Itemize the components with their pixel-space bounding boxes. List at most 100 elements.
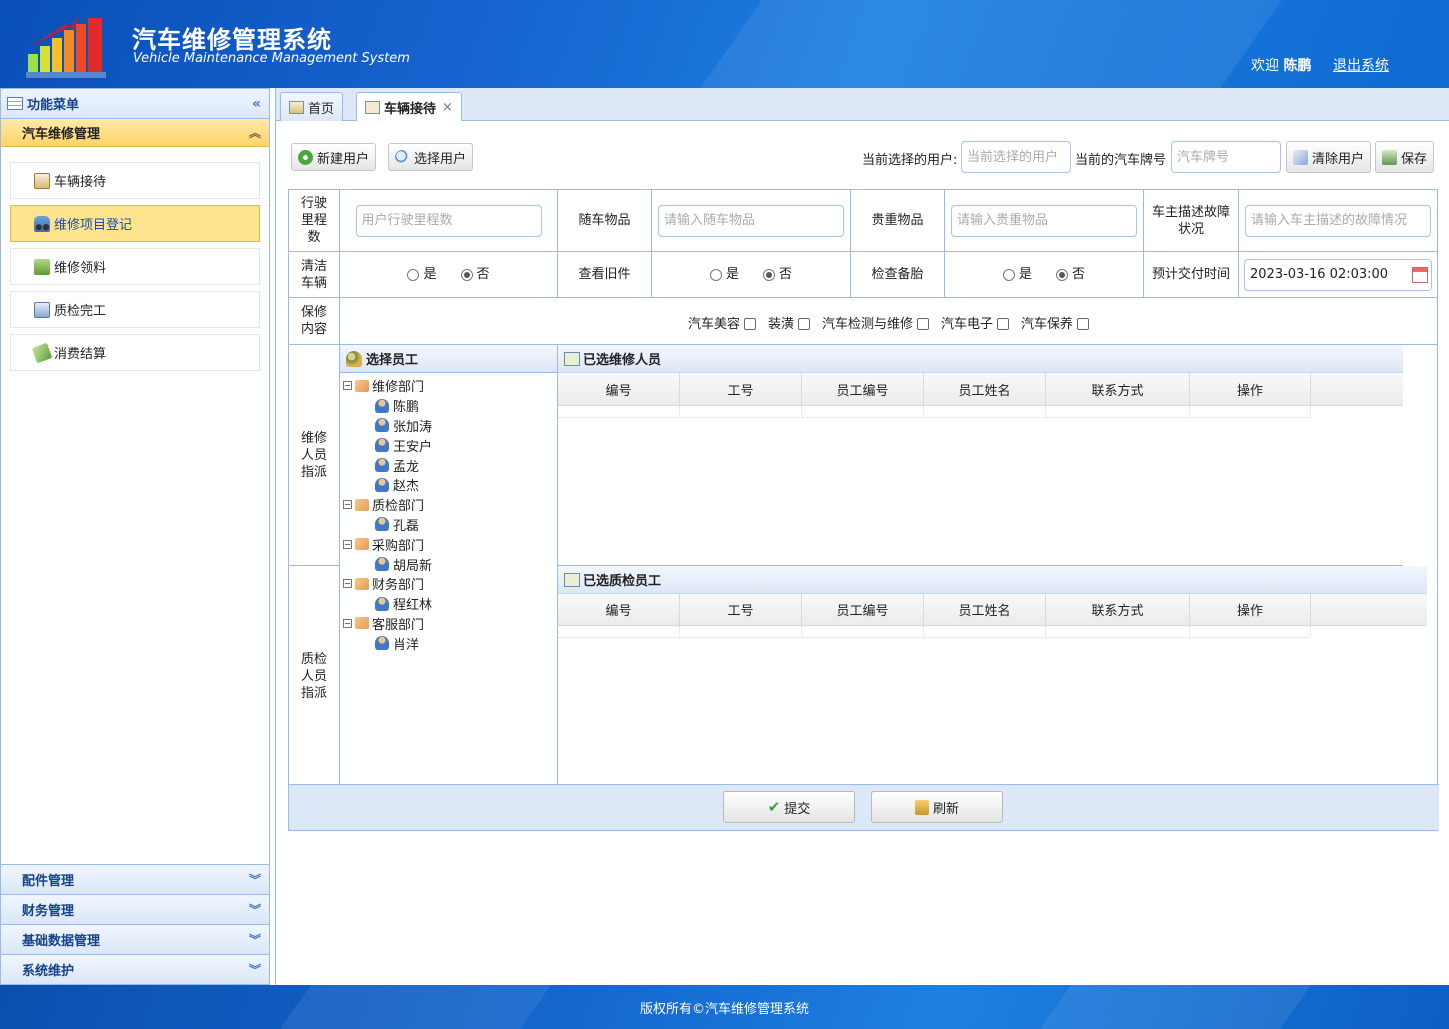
group-label: 基础数据管理 — [22, 934, 101, 949]
clean-radio-group: 是 否 — [340, 252, 558, 298]
menu-item-quality-check[interactable]: 质检完工 — [10, 291, 260, 328]
form-actions: ✔ 提交 刷新 — [289, 784, 1439, 830]
old-parts-no-radio[interactable]: 否 — [763, 266, 792, 283]
column-header[interactable]: 联系方式 — [1046, 373, 1190, 405]
mileage-input[interactable] — [355, 204, 542, 237]
fault-input[interactable] — [1245, 204, 1431, 237]
users-icon — [346, 350, 362, 367]
save-button[interactable]: 保存 — [1375, 141, 1435, 173]
tree-employee[interactable]: 王安户 — [343, 435, 557, 455]
collapse-icon[interactable]: − — [343, 618, 352, 628]
group-vehicle-maintenance[interactable]: 汽车维修管理 ︽ — [1, 119, 269, 147]
grid-header: 已选维修人员 — [558, 345, 1403, 373]
tree-dept-qc[interactable]: − 质检部门 — [343, 495, 557, 515]
group-finance-management[interactable]: 财务管理 ︾ — [1, 894, 269, 924]
old-parts-yes-radio[interactable]: 是 — [709, 266, 739, 283]
column-header[interactable]: 工号 — [680, 594, 802, 625]
column-header[interactable]: 编号 — [558, 373, 680, 405]
logout-link[interactable]: 退出系统 — [1333, 55, 1389, 75]
tree-dept-purchase[interactable]: − 采购部门 — [343, 534, 557, 554]
close-icon[interactable]: × — [442, 100, 453, 115]
spare-tire-yes-radio[interactable]: 是 — [1002, 266, 1032, 283]
tree-employee[interactable]: 孟龙 — [343, 455, 557, 475]
submit-button[interactable]: ✔ 提交 — [723, 791, 855, 823]
column-header[interactable]: 联系方式 — [1046, 594, 1190, 625]
user-icon — [375, 636, 389, 651]
collapse-icon[interactable]: − — [343, 539, 352, 549]
plate-input[interactable] — [1171, 141, 1281, 173]
reception-icon — [34, 172, 50, 189]
column-header[interactable]: 员工编号 — [802, 594, 924, 625]
tab-vehicle-reception[interactable]: 车辆接待 × — [356, 92, 462, 122]
collapse-sidebar-icon[interactable]: « — [252, 96, 261, 112]
checkbox-maintenance[interactable]: 汽车保养 — [1021, 316, 1090, 333]
button-label: 新建用户 — [317, 151, 370, 167]
menu-item-vehicle-reception[interactable]: 车辆接待 — [10, 162, 260, 199]
tree-employee[interactable]: 程红林 — [343, 594, 557, 614]
old-parts-radio-group: 是 否 — [652, 252, 851, 298]
old-parts-label: 查看旧件 — [558, 252, 652, 298]
new-user-button[interactable]: 新建用户 — [291, 143, 377, 171]
content-area: 新建用户 选择用户 当前选择的用户: 当前的汽车牌号 清除用户 保存 行驶里程数… — [276, 121, 1449, 985]
tree-dept-repair[interactable]: − 维修部门 — [343, 376, 557, 396]
refresh-button[interactable]: 刷新 — [871, 791, 1003, 823]
current-user-input[interactable] — [961, 141, 1071, 173]
collapse-icon[interactable]: − — [343, 579, 352, 589]
menu-item-repair-registration[interactable]: 维修项目登记 — [10, 205, 260, 242]
group-basic-data[interactable]: 基础数据管理 ︾ — [1, 924, 269, 954]
menu-list: 车辆接待 维修项目登记 维修领料 质检完工 消费结算 — [1, 147, 269, 371]
delivery-label: 预计交付时间 — [1144, 252, 1239, 298]
tree-employee[interactable]: 孔磊 — [343, 515, 557, 535]
user-name: 陈鹏 — [1283, 58, 1312, 74]
maintenance-label: 保修内容 — [289, 298, 340, 345]
welcome-text: 欢迎 陈鹏 — [1251, 55, 1311, 75]
clean-no-radio[interactable]: 否 — [460, 266, 490, 283]
tree-employee[interactable]: 张加涛 — [343, 416, 557, 436]
column-header[interactable]: 操作 — [1190, 594, 1311, 625]
tree-dept-service[interactable]: − 客服部门 — [343, 614, 557, 634]
user-icon — [375, 596, 389, 611]
delivery-date-value: 2023-03-16 02:03:00 — [1250, 267, 1389, 282]
collapse-icon[interactable]: − — [343, 381, 352, 391]
qc-assign-label: 质检人员指派 — [289, 566, 340, 786]
employee-tree: 选择员工 − 维修部门 陈鹏 张加涛 王安户 孟龙 赵杰 − 质检部门 孔磊 − 采购… — [340, 345, 558, 786]
column-header[interactable]: 员工姓名 — [924, 594, 1046, 625]
tree-employee[interactable]: 肖洋 — [343, 633, 557, 653]
checkbox-electronics[interactable]: 汽车电子 — [941, 316, 1010, 333]
items-input[interactable] — [658, 204, 844, 237]
spare-tire-no-radio[interactable]: 否 — [1056, 266, 1085, 283]
checkbox-beauty[interactable]: 汽车美容 — [688, 316, 756, 333]
tree-dept-finance[interactable]: − 财务部门 — [343, 574, 557, 594]
select-user-button[interactable]: 选择用户 — [388, 143, 474, 171]
app-title: 汽车维修管理系统 — [132, 26, 332, 54]
clean-yes-radio[interactable]: 是 — [407, 266, 437, 283]
column-header[interactable]: 员工编号 — [802, 373, 924, 405]
column-header[interactable]: 编号 — [558, 594, 680, 625]
checkbox-inspection-repair[interactable]: 汽车检测与维修 — [822, 316, 929, 333]
current-user-label: 当前选择的用户: — [862, 153, 958, 168]
menu-item-settlement[interactable]: 消费结算 — [10, 334, 260, 371]
grid-title: 已选维修人员 — [583, 353, 662, 368]
tree-employee[interactable]: 陈鹏 — [343, 396, 557, 416]
column-header[interactable]: 员工姓名 — [924, 373, 1046, 405]
collapse-icon[interactable]: − — [343, 500, 352, 510]
menu-item-label: 维修领料 — [54, 261, 107, 276]
tab-home[interactable]: 首页 — [280, 92, 344, 121]
valuables-input[interactable] — [951, 204, 1137, 237]
group-parts-management[interactable]: 配件管理 ︾ — [1, 864, 269, 894]
checkbox-decoration[interactable]: 装潢 — [768, 316, 810, 333]
column-header[interactable]: 操作 — [1190, 373, 1311, 405]
tree-employee[interactable]: 赵杰 — [343, 475, 557, 495]
delivery-date-input[interactable]: 2023-03-16 02:03:00 — [1244, 258, 1432, 291]
calendar-icon[interactable] — [1412, 266, 1428, 283]
fault-cell — [1239, 190, 1437, 252]
column-header[interactable]: 工号 — [680, 373, 802, 405]
clear-user-button[interactable]: 清除用户 — [1286, 141, 1372, 173]
group-label: 汽车维修管理 — [22, 127, 101, 142]
app-subtitle: Vehicle Maintenance Management System — [133, 51, 410, 66]
tree-employee[interactable]: 胡局新 — [343, 554, 557, 574]
group-system-maintenance[interactable]: 系统维护 ︾ — [1, 954, 269, 984]
valuables-cell — [945, 190, 1144, 252]
menu-item-parts-requisition[interactable]: 维修领料 — [10, 248, 260, 285]
user-icon — [375, 477, 389, 492]
